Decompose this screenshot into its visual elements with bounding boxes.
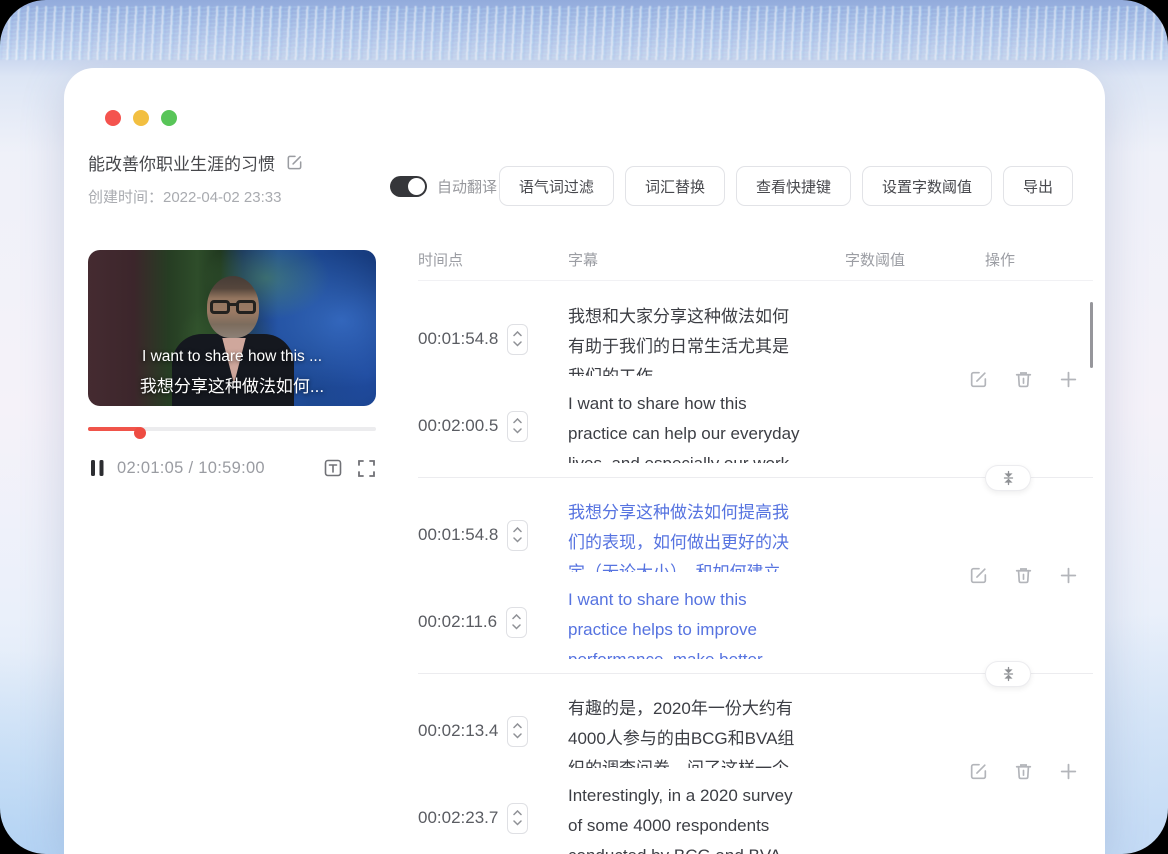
merge-rows-icon[interactable] [985,661,1031,687]
video-preview[interactable]: I want to share how this ... 我想分享这种做法如何.… [88,250,376,406]
zoom-window-icon[interactable] [161,110,177,126]
timestamp: 00:02:23.7 [418,808,499,827]
vocab-replace-button[interactable]: 词汇替换 [624,166,725,206]
auto-translate-control: 自动翻译 [390,176,497,197]
edit-subtitle-icon[interactable] [968,369,989,390]
table-row: 00:02:11.6 I want to share how this prac… [418,576,1093,663]
edit-subtitle-icon[interactable] [968,565,989,586]
group-divider [418,465,1093,491]
subtitle-text[interactable]: 我想和大家分享这种做法如何 有助于我们的日常生活尤其是 我们的工作 [568,302,845,376]
project-title: 能改善你职业生涯的习惯 [88,155,275,174]
table-row: 00:02:00.5 I want to share how this prac… [418,380,1093,467]
table-header-row: 时间点 字幕 字数阈值 操作 [418,238,1093,281]
minimize-window-icon[interactable] [133,110,149,126]
time-stepper[interactable] [507,410,529,442]
timestamp: 00:02:11.6 [418,612,498,631]
row-actions [968,369,1079,390]
close-window-icon[interactable] [105,110,121,126]
overlay-subtitle-en: I want to share how this ... [141,348,323,365]
subtitle-table: 时间点 字幕 字数阈值 操作 00:01:54.8 我想和大家分享这种做法如何 … [418,238,1093,854]
time-stepper[interactable] [507,802,529,834]
auto-translate-label: 自动翻译 [437,179,498,196]
timestamp: 00:02:13.4 [418,721,499,740]
window-controls [105,110,177,126]
playback-time: 02:01:05 / 10:59:00 [117,458,265,477]
header-actions: 操作 [985,251,1016,269]
add-subtitle-icon[interactable] [1058,565,1079,586]
screenshot-background: 能改善你职业生涯的习惯 创建时间：2022-04-02 23:33 自动翻译 语… [0,0,1168,854]
subtitle-text[interactable]: I want to share how this practice can he… [568,389,845,463]
fullscreen-icon[interactable] [357,459,376,478]
set-word-threshold-button[interactable]: 设置字数阈值 [861,166,992,206]
project-header: 能改善你职业生涯的习惯 创建时间：2022-04-02 23:33 [88,150,304,207]
subtitle-text[interactable]: Interestingly, in a 2020 survey of some … [568,781,845,854]
app-window: 能改善你职业生涯的习惯 创建时间：2022-04-02 23:33 自动翻译 语… [64,68,1105,854]
add-subtitle-icon[interactable] [1058,369,1079,390]
scrollbar[interactable] [1090,302,1093,368]
subtitle-group-active: 00:01:54.8 我想分享这种做法如何提高我 们的表现，如何做出更好的决 定… [418,489,1093,687]
time-stepper[interactable] [507,715,529,747]
subtitle-display-icon[interactable] [323,458,343,478]
subtitle-text[interactable]: 有趣的是，2020年一份大约有 4000人参与的由BCG和BVA组 织的调查问卷… [568,694,845,768]
subtitle-text[interactable]: I want to share how this practice helps … [568,585,845,659]
timestamp: 00:01:54.8 [418,329,499,348]
merge-rows-icon[interactable] [985,465,1031,491]
toggle-knob [408,178,425,195]
table-row: 00:02:23.7 Interestingly, in a 2020 surv… [418,772,1093,854]
subtitle-group: 00:01:54.8 我想和大家分享这种做法如何 有助于我们的日常生活尤其是 我… [418,293,1093,491]
add-subtitle-icon[interactable] [1058,761,1079,782]
seek-bar[interactable] [88,423,376,439]
group-divider [418,661,1093,687]
edit-subtitle-icon[interactable] [968,761,989,782]
delete-subtitle-icon[interactable] [1013,565,1034,586]
row-actions [968,761,1079,782]
table-row: 00:01:54.8 我想分享这种做法如何提高我 们的表现，如何做出更好的决 定… [418,489,1093,576]
video-subtitle-overlay: I want to share how this ... 我想分享这种做法如何.… [88,348,376,397]
seek-fill [88,427,140,431]
subtitle-text[interactable]: 我想分享这种做法如何提高我 们的表现，如何做出更好的决 定（无论大小），和如何建… [568,498,845,572]
export-button[interactable]: 导出 [1002,166,1073,206]
table-row: 00:02:13.4 有趣的是，2020年一份大约有 4000人参与的由BCG和… [418,685,1093,772]
timestamp: 00:01:54.8 [418,525,499,544]
subtitle-group: 00:02:13.4 有趣的是，2020年一份大约有 4000人参与的由BCG和… [418,685,1093,854]
timestamp: 00:02:00.5 [418,416,499,435]
view-shortcuts-button[interactable]: 查看快捷键 [735,166,851,206]
filler-words-filter-button[interactable]: 语气词过滤 [498,166,614,206]
row-actions [968,565,1079,586]
delete-subtitle-icon[interactable] [1013,761,1034,782]
overlay-subtitle-zh: 我想分享这种做法如何... [139,377,325,396]
player-controls: 02:01:05 / 10:59:00 [90,458,376,478]
edit-title-icon[interactable] [285,153,304,172]
table-body: 00:01:54.8 我想和大家分享这种做法如何 有助于我们的日常生活尤其是 我… [418,281,1093,854]
time-stepper[interactable] [507,323,529,355]
created-time: 创建时间：2022-04-02 23:33 [88,189,282,206]
seek-handle[interactable] [133,427,146,439]
auto-translate-toggle[interactable] [390,176,427,197]
header-word-threshold: 字数阈值 [845,251,906,269]
delete-subtitle-icon[interactable] [1013,369,1034,390]
seek-track [88,427,376,439]
speaker-glasses [210,300,256,315]
table-row: 00:01:54.8 我想和大家分享这种做法如何 有助于我们的日常生活尤其是 我… [418,293,1093,380]
header-timepoint: 时间点 [418,251,464,269]
header-subtitle: 字幕 [568,251,599,269]
pause-button[interactable] [90,459,105,477]
time-stepper[interactable] [506,606,528,638]
time-stepper[interactable] [507,519,529,551]
toolbar: 语气词过滤 词汇替换 查看快捷键 设置字数阈值 导出 [498,166,1073,206]
